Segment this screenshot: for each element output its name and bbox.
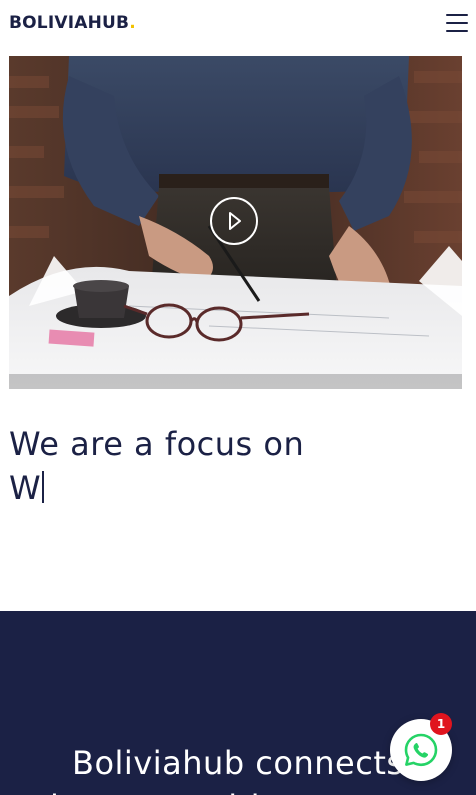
about-title-line-2: journeys with great [50,785,369,795]
site-header: BOLIVIAHUB. [0,0,476,48]
logo-text: BOLIVIAHUB [9,13,130,33]
logo-dot: . [129,13,136,33]
headline-typed-text: W [9,469,42,507]
whatsapp-icon [404,733,438,767]
notification-badge: 1 [430,713,452,735]
site-logo[interactable]: BOLIVIAHUB. [9,11,136,35]
headline: We are a focus on W [9,422,304,510]
hamburger-menu-icon[interactable] [446,12,470,34]
hero-image [9,56,462,389]
about-title-line-1: Boliviahub connects [72,744,404,782]
typing-cursor [42,471,45,503]
play-icon [229,212,241,230]
play-video-button[interactable] [210,197,258,245]
headline-typed-line: W [9,466,304,510]
headline-line-1: We are a focus on [9,425,305,463]
